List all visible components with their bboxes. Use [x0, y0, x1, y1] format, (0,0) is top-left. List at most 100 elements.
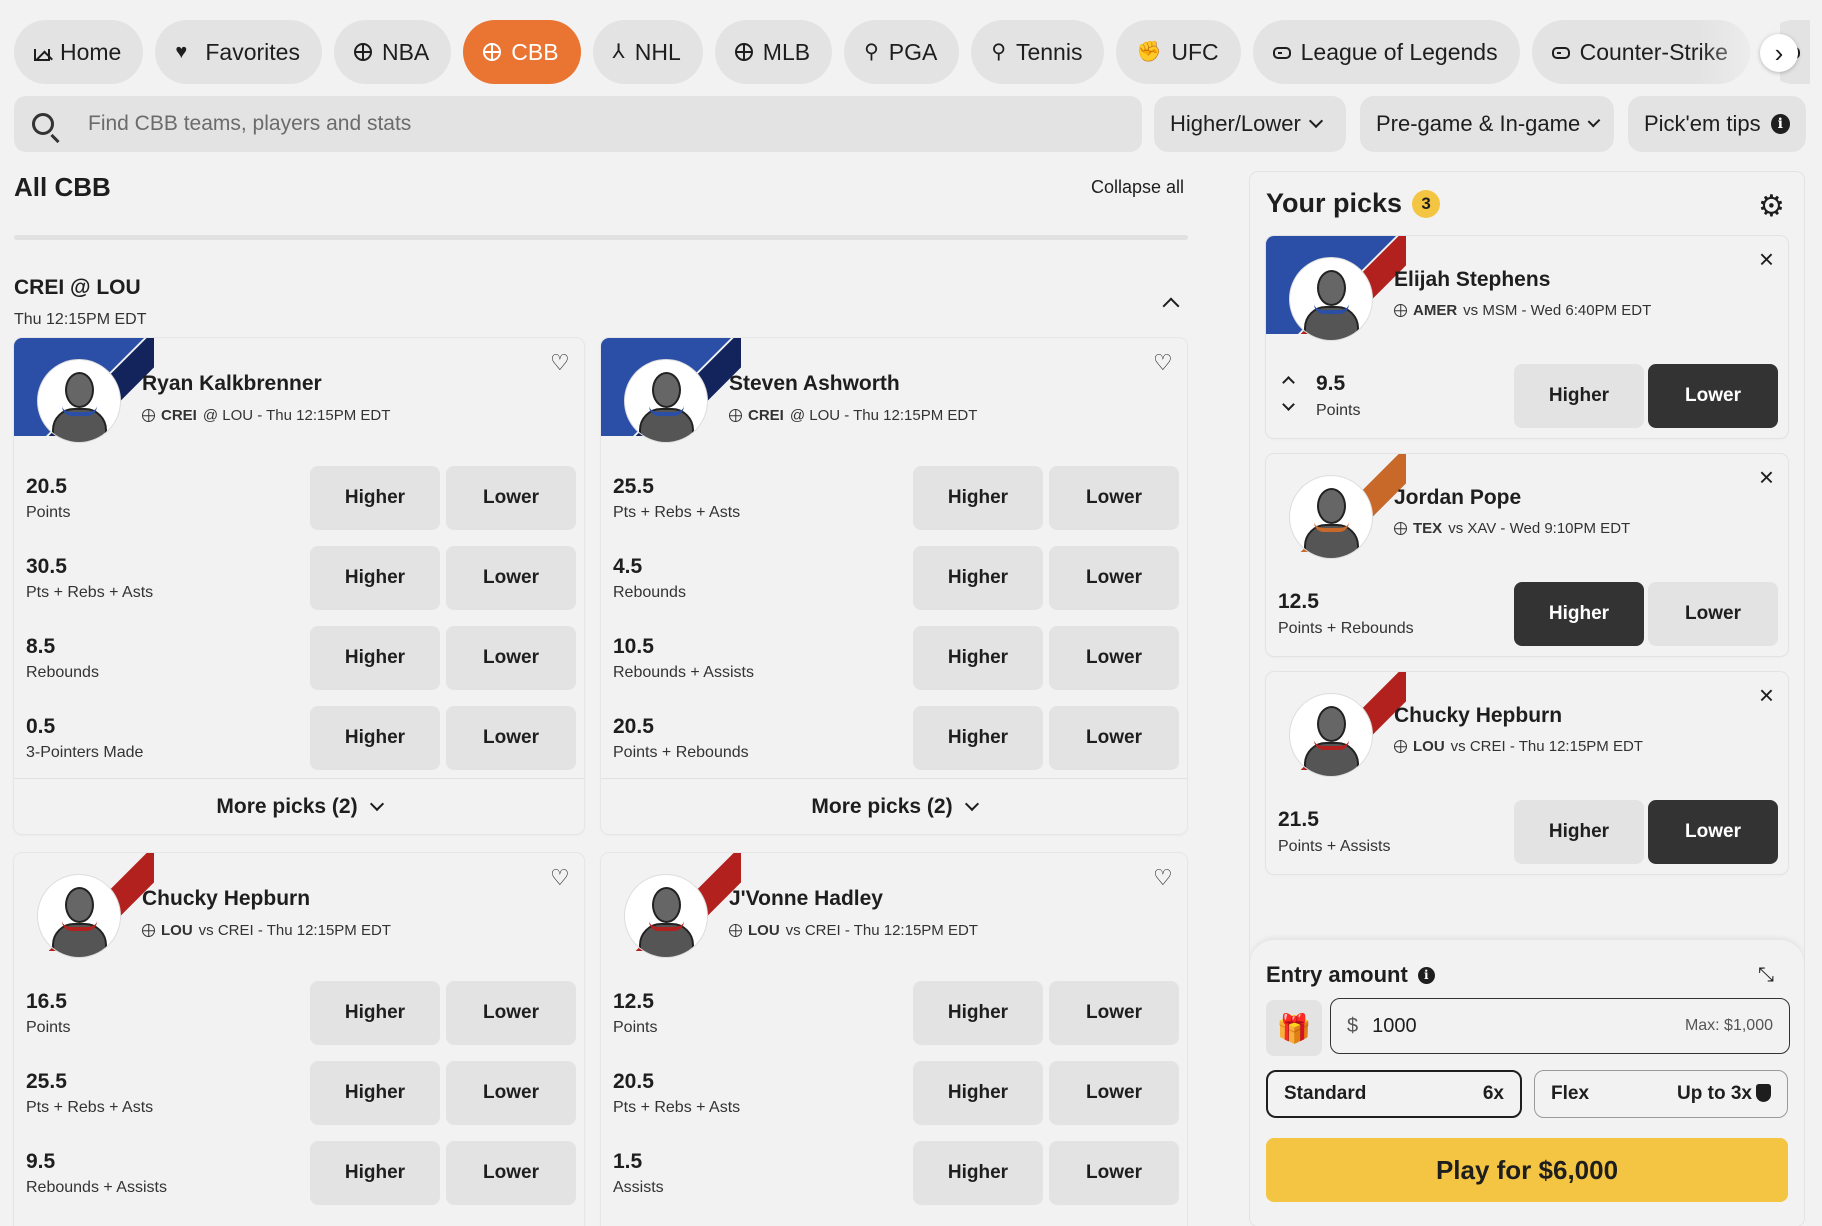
close-icon[interactable]: ×: [1759, 680, 1774, 711]
league-tab-home[interactable]: Home: [14, 20, 144, 84]
lower-button[interactable]: Lower: [446, 1061, 576, 1125]
avatar-trim: [62, 406, 97, 416]
player-card: Chucky Hepburn LOU vs CREI - Thu 12:15PM E…: [14, 853, 584, 1226]
avatar-trim: [1314, 304, 1349, 314]
lower-button[interactable]: Lower: [1648, 800, 1778, 864]
prop-line-value: 4.5: [613, 555, 643, 578]
more-picks-button[interactable]: More picks (2): [601, 778, 1187, 834]
lower-button[interactable]: Lower: [1049, 546, 1179, 610]
entry-amount-field[interactable]: $ 1000 Max: $1,000: [1330, 998, 1790, 1054]
higher-button[interactable]: Higher: [913, 706, 1043, 770]
picks-title: Your picks: [1266, 188, 1403, 218]
prop-stat-label: Rebounds + Assists: [613, 664, 754, 681]
pick-line-value: 21.5: [1278, 808, 1319, 831]
standard-mode-button[interactable]: Standard 6x: [1266, 1070, 1522, 1118]
league-tab-pga[interactable]: ⚲ PGA: [844, 20, 960, 84]
lower-button[interactable]: Lower: [1049, 1061, 1179, 1125]
higher-button[interactable]: Higher: [310, 1061, 440, 1125]
house-icon: [34, 49, 50, 61]
higher-button[interactable]: Higher: [310, 546, 440, 610]
lower-button[interactable]: Lower: [1049, 1141, 1179, 1205]
heart-outline-icon[interactable]: ♡: [550, 352, 572, 374]
game-time-filter[interactable]: Pre-game & In-game: [1360, 96, 1614, 152]
prop-row: 25.5 Pts + Rebs + Asts Higher Lower: [601, 466, 1187, 530]
close-icon[interactable]: ×: [1759, 244, 1774, 275]
higher-button[interactable]: Higher: [310, 466, 440, 530]
close-icon[interactable]: ×: [1759, 462, 1774, 493]
higher-button[interactable]: Higher: [310, 981, 440, 1045]
chevron-down-icon[interactable]: [1282, 398, 1295, 411]
prop-row: 20.5 Points Higher Lower: [14, 466, 584, 530]
prop-stat-label: Pts + Rebs + Asts: [26, 1099, 154, 1116]
chevron-up-icon[interactable]: [1162, 297, 1180, 315]
league-tab-favorites[interactable]: ♥ Favorites: [155, 20, 322, 84]
lower-button[interactable]: Lower: [1049, 981, 1179, 1045]
higher-lower-filter[interactable]: Higher/Lower: [1154, 96, 1346, 152]
higher-button[interactable]: Higher: [1514, 800, 1644, 864]
lower-button[interactable]: Lower: [446, 1141, 576, 1205]
player-card: Steven Ashworth CREI @ LOU - Thu 12:15PM E…: [601, 338, 1187, 834]
lower-button[interactable]: Lower: [1049, 466, 1179, 530]
higher-button[interactable]: Higher: [310, 706, 440, 770]
lower-button[interactable]: Lower: [446, 706, 576, 770]
collapse-icon[interactable]: ⤡: [1758, 964, 1774, 987]
chevron-up-icon[interactable]: [1282, 376, 1295, 389]
search-bar[interactable]: [14, 96, 1142, 152]
collapse-all-button[interactable]: Collapse all: [1091, 177, 1184, 198]
lower-button[interactable]: Lower: [446, 546, 576, 610]
league-tab-nba[interactable]: NBA: [333, 20, 452, 84]
league-tab-cbb[interactable]: CBB: [463, 20, 581, 84]
heart-outline-icon[interactable]: ♡: [1153, 867, 1175, 889]
gift-icon[interactable]: 🎁: [1266, 1000, 1322, 1056]
heart-outline-icon[interactable]: ♡: [550, 867, 572, 889]
lower-button[interactable]: Lower: [446, 466, 576, 530]
search-input[interactable]: [88, 112, 988, 136]
league-tab-mlb[interactable]: MLB: [714, 20, 833, 84]
higher-button[interactable]: Higher: [913, 981, 1043, 1045]
pickem-tips-button[interactable]: Pick'em tips i: [1628, 96, 1806, 152]
higher-button[interactable]: Higher: [913, 546, 1043, 610]
flex-mode-button[interactable]: Flex Up to 3x: [1534, 1070, 1788, 1118]
play-button[interactable]: Play for $6,000: [1266, 1138, 1788, 1202]
avatar-head: [1317, 706, 1346, 742]
team-abbr: LOU: [748, 922, 780, 939]
lower-button[interactable]: Lower: [1049, 626, 1179, 690]
lower-button[interactable]: Lower: [446, 626, 576, 690]
higher-button[interactable]: Higher: [913, 1061, 1043, 1125]
avatar-trim: [649, 921, 684, 931]
avatar-head: [1317, 270, 1346, 306]
lower-button[interactable]: Lower: [446, 981, 576, 1045]
flex-multiplier: Up to 3x: [1677, 1083, 1752, 1104]
higher-button[interactable]: Higher: [1514, 364, 1644, 428]
avatar-head: [65, 372, 94, 408]
lower-button[interactable]: Lower: [1049, 706, 1179, 770]
higher-button[interactable]: Higher: [310, 626, 440, 690]
pick-card: Jordan Pope TEX vs XAV - Wed 9:10PM EDT × 12…: [1266, 454, 1788, 656]
league-tab-league-of-legends[interactable]: League of Legends: [1252, 20, 1520, 84]
game-time: Thu 12:15PM EDT: [14, 311, 147, 328]
baseball-icon: [734, 43, 753, 61]
gear-icon[interactable]: ⚙: [1758, 192, 1785, 222]
more-picks-button[interactable]: More picks (2): [14, 778, 584, 834]
higher-button[interactable]: Higher: [913, 1141, 1043, 1205]
lower-button[interactable]: Lower: [1648, 364, 1778, 428]
league-tab-tennis[interactable]: ⚲ Tennis: [971, 20, 1105, 84]
line-stepper[interactable]: [1282, 376, 1296, 416]
higher-button[interactable]: Higher: [310, 1141, 440, 1205]
prop-stat-label: 3-Pointers Made: [26, 744, 144, 761]
higher-button[interactable]: Higher: [913, 626, 1043, 690]
prop-row: 9.5 Rebounds + Assists Higher Lower: [14, 1141, 584, 1205]
nav-next-button[interactable]: ›: [1760, 34, 1798, 72]
currency-symbol: $: [1347, 1014, 1359, 1037]
heart-outline-icon[interactable]: ♡: [1153, 352, 1175, 374]
lower-button[interactable]: Lower: [1648, 582, 1778, 646]
league-tab-nhl[interactable]: ⅄ NHL: [592, 20, 703, 84]
higher-button[interactable]: Higher: [913, 466, 1043, 530]
league-tab-label: PGA: [888, 38, 938, 65]
higher-button[interactable]: Higher: [1514, 582, 1644, 646]
pick-line-value: 9.5: [1316, 372, 1346, 395]
info-icon[interactable]: i: [1417, 966, 1435, 984]
prop-line-value: 20.5: [613, 1070, 654, 1093]
avatar: [625, 360, 707, 442]
league-tab-ufc[interactable]: ✊ UFC: [1116, 20, 1241, 84]
